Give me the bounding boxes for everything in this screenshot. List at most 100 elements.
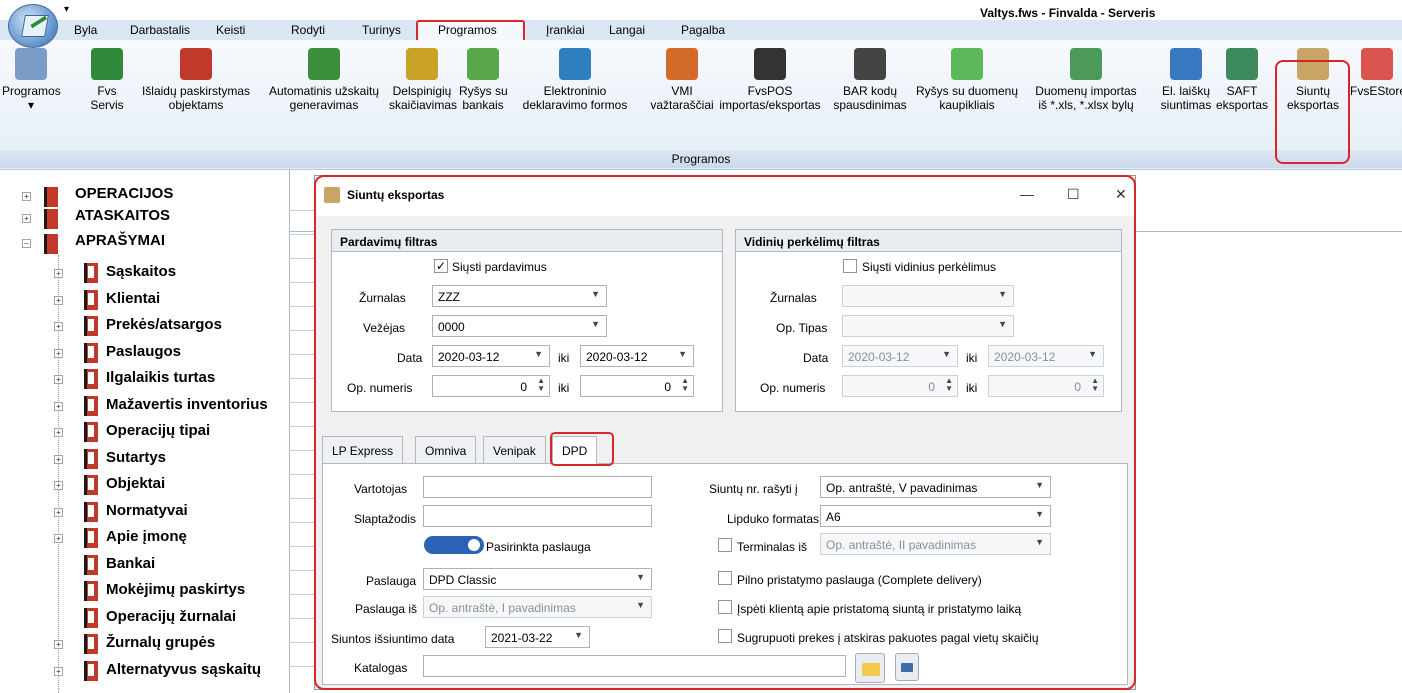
ribbon-button-6[interactable]: Elektroninio deklaravimo formos bbox=[510, 48, 640, 112]
ribbon-button-1[interactable]: Fvs Servis bbox=[82, 48, 132, 112]
group-packages-checkbox[interactable] bbox=[718, 629, 732, 643]
tree-item[interactable]: Apie įmonę bbox=[106, 528, 187, 545]
folder-icon[interactable] bbox=[855, 653, 885, 683]
sales-date-to[interactable]: 2020-03-12 ▼ bbox=[580, 345, 694, 367]
sales-carrier-select[interactable]: 0000 ▼ bbox=[432, 315, 607, 337]
catalog-input[interactable] bbox=[423, 655, 846, 677]
expand-toggle-icon[interactable]: − bbox=[22, 239, 31, 248]
sales-opnum-to[interactable]: 0 ▲ ▼ bbox=[580, 375, 694, 397]
close-button[interactable]: ✕ bbox=[1115, 186, 1127, 203]
spin-icon[interactable]: ▲ ▼ bbox=[681, 377, 689, 393]
tree-item[interactable]: Prekės/atsargos bbox=[106, 316, 222, 333]
ribbon-button-2[interactable]: Išlaidų paskirstymas objektams bbox=[136, 48, 256, 112]
internal-opnum-to[interactable]: 0 ▲ ▼ bbox=[988, 375, 1104, 397]
menu-langai[interactable]: Langai bbox=[609, 23, 645, 37]
ribbon-button-9[interactable]: BAR kodų spausdinimas bbox=[830, 48, 910, 112]
expand-toggle-icon[interactable]: + bbox=[54, 295, 63, 305]
internal-opnum-from[interactable]: 0 ▲ ▼ bbox=[842, 375, 958, 397]
expand-toggle-icon[interactable]: + bbox=[54, 454, 63, 464]
expand-toggle-icon[interactable]: + bbox=[54, 640, 63, 649]
tree-top-node[interactable]: ATASKAITOS bbox=[75, 207, 170, 224]
sales-journal-select[interactable]: ZZZ ▼ bbox=[432, 285, 607, 307]
quick-access-arrow-icon[interactable]: ▾ bbox=[64, 4, 69, 15]
menu-irankiai[interactable]: Įrankiai bbox=[546, 23, 585, 37]
expand-toggle-icon[interactable]: + bbox=[54, 269, 63, 278]
expand-toggle-icon[interactable]: + bbox=[54, 348, 63, 358]
tree-item[interactable]: Operacijų žurnalai bbox=[106, 608, 236, 625]
tree-item[interactable]: Ilgalaikis turtas bbox=[106, 369, 215, 386]
tree-top-node[interactable]: APRAŠYMAI bbox=[75, 232, 165, 249]
notify-client-checkbox[interactable] bbox=[718, 600, 732, 614]
menu-darbastalis[interactable]: Darbastalis bbox=[130, 23, 190, 37]
minimize-button[interactable]: — bbox=[1020, 186, 1034, 202]
tree-item[interactable]: Bankai bbox=[106, 555, 155, 572]
internal-journal-select[interactable]: ▼ bbox=[842, 285, 1014, 307]
expand-toggle-icon[interactable]: + bbox=[22, 192, 31, 201]
tab-venipak[interactable]: Venipak bbox=[483, 436, 546, 464]
spin-icon[interactable]: ▲ ▼ bbox=[1091, 377, 1099, 393]
expand-toggle-icon[interactable]: + bbox=[54, 534, 63, 543]
expand-toggle-icon[interactable]: + bbox=[54, 375, 63, 384]
ribbon-button-3[interactable]: Automatinis užskaitų generavimas bbox=[258, 48, 390, 112]
password-input[interactable] bbox=[423, 505, 652, 527]
tree-item[interactable]: Alternatyvus sąskaitų bbox=[106, 661, 261, 678]
service-select[interactable]: DPD Classic ▼ bbox=[423, 568, 652, 590]
printer-icon[interactable] bbox=[895, 653, 919, 681]
send-internal-checkbox[interactable] bbox=[843, 259, 857, 273]
ribbon-button-4[interactable]: Delspinigių skaičiavimas bbox=[389, 48, 457, 112]
menu-pagalba[interactable]: Pagalba bbox=[681, 23, 725, 37]
expand-toggle-icon[interactable]: + bbox=[54, 401, 63, 411]
maximize-button[interactable]: ☐ bbox=[1067, 186, 1080, 203]
complete-delivery-checkbox[interactable] bbox=[718, 571, 732, 585]
internal-optype-select[interactable]: ▼ bbox=[842, 315, 1014, 337]
tree-item[interactable]: Sutartys bbox=[106, 449, 166, 466]
ribbon-button-11[interactable]: Duomenų importas iš *.xls, *.xlsx bylų bbox=[1020, 48, 1152, 112]
terminal-select[interactable]: Op. antraštė, II pavadinimas ▼ bbox=[820, 533, 1051, 555]
service-toggle[interactable] bbox=[424, 536, 484, 554]
tree-item[interactable]: Klientai bbox=[106, 290, 160, 307]
tab-omniva[interactable]: Omniva bbox=[415, 436, 477, 464]
spin-icon[interactable]: ▲ ▼ bbox=[945, 377, 953, 393]
ship-date-select[interactable]: 2021-03-22 ▼ bbox=[485, 626, 590, 648]
expand-toggle-icon[interactable]: + bbox=[22, 214, 31, 223]
tree-item[interactable]: Paslaugos bbox=[106, 343, 181, 360]
internal-date-from[interactable]: 2020-03-12 ▼ bbox=[842, 345, 958, 367]
user-input[interactable] bbox=[423, 476, 652, 498]
expand-toggle-icon[interactable]: + bbox=[54, 428, 63, 437]
ribbon-button-8[interactable]: FvsPOS importas/eksportas bbox=[708, 48, 832, 112]
tree-item[interactable]: Operacijų tipai bbox=[106, 422, 210, 439]
send-sales-checkbox[interactable]: ✓ bbox=[434, 259, 448, 273]
app-logo-icon[interactable] bbox=[8, 4, 58, 48]
write-nr-select[interactable]: Op. antraštė, V pavadinimas ▼ bbox=[820, 476, 1051, 498]
expand-toggle-icon[interactable]: + bbox=[54, 666, 63, 676]
expand-toggle-icon[interactable]: + bbox=[54, 507, 63, 517]
terminal-checkbox[interactable] bbox=[718, 538, 732, 552]
expand-toggle-icon[interactable]: + bbox=[54, 322, 63, 331]
ribbon-button-7[interactable]: VMI važtaraščiai bbox=[650, 48, 714, 112]
service-from-select[interactable]: Op. antraštė, I pavadinimas ▼ bbox=[423, 596, 652, 618]
ribbon-button-0[interactable]: Programos ▾ bbox=[2, 48, 61, 112]
tree-item[interactable]: Mokėjimų paskirtys bbox=[106, 581, 245, 598]
menu-rodyti[interactable]: Rodyti bbox=[291, 23, 325, 37]
sales-date-from[interactable]: 2020-03-12 ▼ bbox=[432, 345, 550, 367]
ribbon-button-10[interactable]: Ryšys su duomenų kaupikliais bbox=[905, 48, 1029, 112]
menu-byla[interactable]: Byla bbox=[74, 23, 97, 37]
tab-lp-express[interactable]: LP Express bbox=[322, 436, 404, 464]
ribbon-button-13[interactable]: SAFT eksportas bbox=[1213, 48, 1271, 112]
tree-top-node[interactable]: OPERACIJOS bbox=[75, 185, 173, 202]
ribbon-button-12[interactable]: El. laiškų siuntimas bbox=[1156, 48, 1216, 112]
tree-item[interactable]: Normatyvai bbox=[106, 502, 188, 519]
tree-item[interactable]: Objektai bbox=[106, 475, 165, 492]
sales-opnum-from[interactable]: 0 ▲ ▼ bbox=[432, 375, 550, 397]
ribbon-button-5[interactable]: Ryšys su bankais bbox=[459, 48, 508, 112]
ribbon-button-15[interactable]: FvsEStore bbox=[1350, 48, 1402, 98]
expand-toggle-icon[interactable]: + bbox=[54, 481, 63, 490]
internal-date-to[interactable]: 2020-03-12 ▼ bbox=[988, 345, 1104, 367]
tree-item[interactable]: Sąskaitos bbox=[106, 263, 176, 280]
tree-item[interactable]: Mažavertis inventorius bbox=[106, 396, 268, 413]
menu-programos[interactable]: Programos bbox=[438, 23, 497, 37]
label-format-select[interactable]: A6 ▼ bbox=[820, 505, 1051, 527]
tree-item[interactable]: Žurnalų grupės bbox=[106, 634, 215, 651]
spin-icon[interactable]: ▲ ▼ bbox=[537, 377, 545, 393]
menu-keisti[interactable]: Keisti bbox=[216, 23, 245, 37]
